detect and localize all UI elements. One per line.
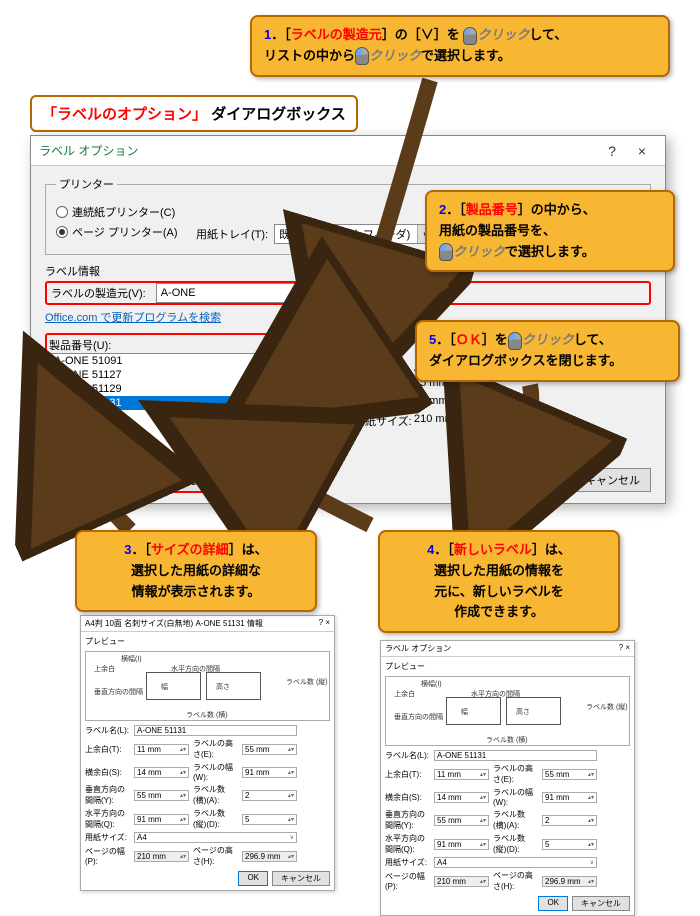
preview-dialog-1: A4判 10面 名刺サイズ(白無地) A-ONE 51131 情報? × プレビ… (80, 615, 335, 891)
dialog-title: ラベル オプション (39, 142, 597, 159)
cancel-button[interactable]: キャンセル (572, 896, 630, 911)
list-item[interactable]: A-ONE 51135 (50, 410, 320, 424)
mouse-icon (439, 243, 453, 261)
tray-label: 用紙トレイ(T): (196, 226, 268, 242)
cancel-button[interactable]: キャンセル (574, 468, 651, 492)
preview-dialog-2: ラベル オプション? × プレビュー 横幅(I) 上余白 水平方向の間隔 垂直方… (380, 640, 635, 916)
list-item[interactable]: A-ONE 51091 (50, 354, 320, 368)
tray-combo[interactable]: 既定値 (カセットフィーダ)∨ (274, 224, 434, 244)
radio-icon (56, 206, 68, 218)
mouse-icon (463, 27, 477, 45)
cancel-button[interactable]: キャンセル (272, 871, 330, 886)
preview-grid: ラベル名(L):A-ONE 51131 上余白(T):11 mm▴▾ラベルの高さ… (85, 725, 330, 867)
maker-combo[interactable]: A-ONE∨ (156, 283, 366, 303)
new-label-button[interactable]: 新しいラベル(N)... (165, 467, 279, 493)
size-details-button[interactable]: サイズの詳細(D)... (45, 467, 159, 493)
list-item[interactable]: A-ONE 51129 (50, 382, 320, 396)
callout-5: 5．［ＯＫ］をクリックして、 ダイアログボックスを閉じます。 (415, 320, 680, 382)
ok-button[interactable]: OK (538, 896, 568, 911)
list-item-selected[interactable]: A-ONE 51131 (50, 396, 320, 410)
chevron-down-icon: ∨ (349, 284, 365, 302)
office-update-link[interactable]: Office.com で更新プログラムを検索 (45, 309, 221, 325)
printer-legend: プリンター (56, 176, 117, 192)
maker-label: ラベルの製造元(V): (47, 283, 150, 303)
ok-button[interactable]: OK (488, 469, 568, 491)
callout-4: 4．［新しいラベル］は、 選択した用紙の情報を 元に、新しいラベルを 作成できま… (378, 530, 620, 633)
list-item[interactable]: A-ONE 51127 (50, 368, 320, 382)
product-listbox[interactable]: A-ONE 51091 A-ONE 51127 A-ONE 51129 A-ON… (49, 353, 321, 453)
preview-diagram: 横幅(I) 上余白 水平方向の間隔 垂直方向の間隔 ラベル数 (縦) ラベル数 … (385, 676, 630, 746)
help-icon[interactable]: ? (319, 618, 323, 629)
preview-diagram: 横幅(I) 上余白 水平方向の間隔 垂直方向の間隔 ラベル数 (縦) ラベル数 … (85, 651, 330, 721)
list-item[interactable]: A-ONE 51137 (50, 424, 320, 438)
mouse-icon (508, 332, 522, 350)
callout-2: 2．［製品番号］の中から、 用紙の製品番号を、 クリックで選択します。 (425, 190, 675, 272)
ok-button[interactable]: OK (238, 871, 268, 886)
close-button[interactable]: × (627, 143, 657, 159)
help-icon[interactable]: ? (619, 643, 623, 654)
help-button[interactable]: ? (597, 143, 627, 159)
dialog-titlebar: ラベル オプション ? × (31, 136, 665, 166)
radio-icon (56, 226, 68, 238)
title-box: 「ラベルのオプション」 ダイアログボックス (30, 95, 358, 132)
callout-1: 1．［ラベルの製造元］の［∨］を クリックして、 リストの中からクリックで選択し… (250, 15, 670, 77)
close-icon[interactable]: × (625, 643, 630, 654)
mouse-icon (355, 47, 369, 65)
close-icon[interactable]: × (325, 618, 330, 629)
preview-grid: ラベル名(L):A-ONE 51131 上余白(T):11 mm▴▾ラベルの高さ… (385, 750, 630, 892)
product-label: 製品番号(U): (49, 337, 321, 353)
callout-3: 3．［サイズの詳細］は、 選択した用紙の詳細な 情報が表示されます。 (75, 530, 317, 612)
scrollbar[interactable] (304, 354, 320, 452)
